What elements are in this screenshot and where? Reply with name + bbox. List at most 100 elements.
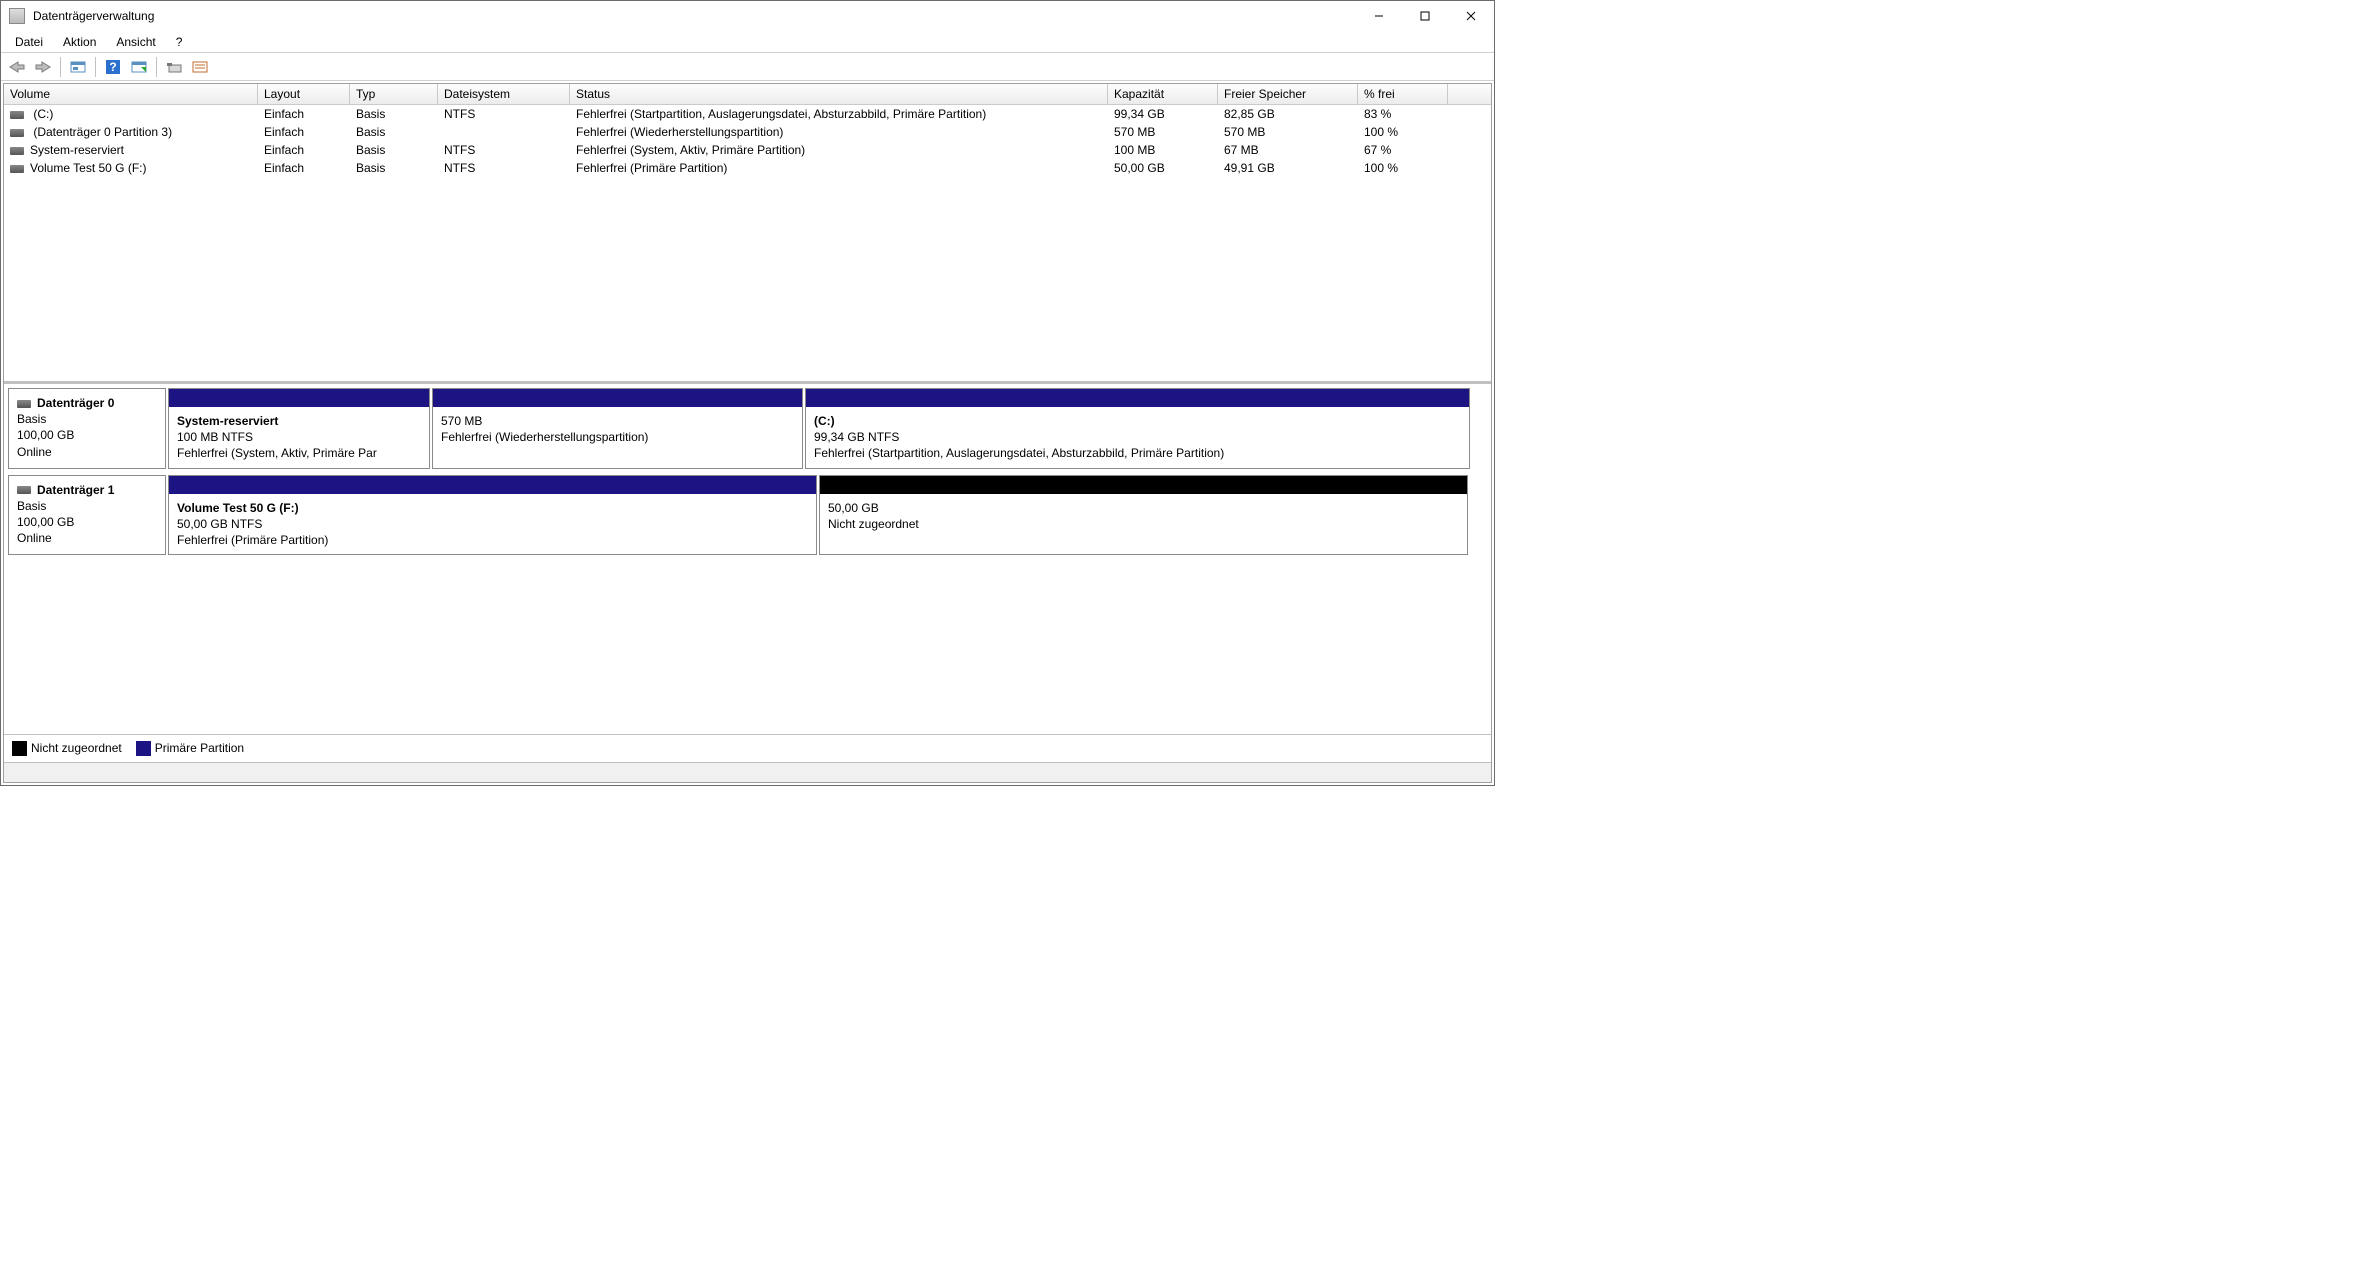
partition-color-bar xyxy=(433,389,802,407)
partition-body: 570 MBFehlerfrei (Wiederherstellungspart… xyxy=(433,407,802,468)
volume-layout: Einfach xyxy=(258,143,350,157)
inner-panel: Volume Layout Typ Dateisystem Status Kap… xyxy=(3,83,1492,783)
help-icon: ? xyxy=(105,59,121,75)
minimize-icon xyxy=(1374,11,1384,21)
back-button[interactable] xyxy=(5,56,29,78)
disk-size: 100,00 GB xyxy=(17,428,74,442)
toolbar: ? xyxy=(1,53,1494,81)
menu-help[interactable]: ? xyxy=(168,33,191,51)
titlebar: Datenträgerverwaltung xyxy=(1,1,1494,31)
window-buttons xyxy=(1356,1,1494,31)
disk-management-window: Datenträgerverwaltung Datei Aktion Ansic… xyxy=(0,0,1495,786)
col-status[interactable]: Status xyxy=(570,84,1108,104)
volume-capacity: 100 MB xyxy=(1108,143,1218,157)
show-hide-tree-button[interactable] xyxy=(66,56,90,78)
disk-icon xyxy=(10,111,24,119)
toolbar-separator xyxy=(95,57,96,77)
maximize-button[interactable] xyxy=(1402,1,1448,31)
volume-capacity: 570 MB xyxy=(1108,125,1218,139)
partition-status: Fehlerfrei (System, Aktiv, Primäre Par xyxy=(177,446,377,460)
partition-primary[interactable]: System-reserviert 100 MB NTFS Fehlerfrei (… xyxy=(168,388,430,469)
partition-status: Fehlerfrei (Wiederherstellungspartition) xyxy=(441,430,648,444)
volume-type: Basis xyxy=(350,107,438,121)
minimize-button[interactable] xyxy=(1356,1,1402,31)
disk-partitions: System-reserviert 100 MB NTFS Fehlerfrei (… xyxy=(168,388,1487,469)
volume-list-pane: Volume Layout Typ Dateisystem Status Kap… xyxy=(4,84,1491,384)
volume-row[interactable]: (C:)EinfachBasisNTFSFehlerfrei (Startpar… xyxy=(4,105,1491,123)
partition-primary[interactable]: (C:)99,34 GB NTFSFehlerfrei (Startpartit… xyxy=(805,388,1470,469)
disk-name: Datenträger 1 xyxy=(37,483,114,497)
menubar: Datei Aktion Ansicht ? xyxy=(1,31,1494,53)
forward-button[interactable] xyxy=(31,56,55,78)
col-free[interactable]: Freier Speicher xyxy=(1218,84,1358,104)
col-fs[interactable]: Dateisystem xyxy=(438,84,570,104)
col-type[interactable]: Typ xyxy=(350,84,438,104)
volume-type: Basis xyxy=(350,125,438,139)
volume-row[interactable]: System-reserviertEinfachBasisNTFSFehlerf… xyxy=(4,141,1491,159)
disk-icon xyxy=(10,165,24,173)
settings-button[interactable] xyxy=(188,56,212,78)
disk-type: Basis xyxy=(17,412,46,426)
col-pctfree[interactable]: % frei xyxy=(1358,84,1448,104)
statusbar xyxy=(4,762,1491,782)
volume-pctfree: 100 % xyxy=(1358,125,1448,139)
volume-row[interactable]: Volume Test 50 G (F:)EinfachBasisNTFSFeh… xyxy=(4,159,1491,177)
forward-icon xyxy=(35,60,51,74)
svg-text:?: ? xyxy=(109,60,116,74)
toolbar-separator xyxy=(156,57,157,77)
partition-body: (C:)99,34 GB NTFSFehlerfrei (Startpartit… xyxy=(806,407,1469,468)
disk-type: Basis xyxy=(17,499,46,513)
volume-layout: Einfach xyxy=(258,161,350,175)
menu-view[interactable]: Ansicht xyxy=(108,33,163,51)
menu-action[interactable]: Aktion xyxy=(55,33,104,51)
volume-pctfree: 100 % xyxy=(1358,161,1448,175)
list-settings-icon xyxy=(192,60,208,74)
close-button[interactable] xyxy=(1448,1,1494,31)
content: Volume Layout Typ Dateisystem Status Kap… xyxy=(1,81,1494,785)
legend-primary-swatch xyxy=(136,741,151,756)
disk-block: Datenträger 0Basis100,00 GBOnlineSystem-… xyxy=(8,388,1487,469)
col-layout[interactable]: Layout xyxy=(258,84,350,104)
volume-name: (C:) xyxy=(4,107,258,121)
partition-color-bar xyxy=(820,476,1467,494)
volume-status: Fehlerfrei (Startpartition, Auslagerungs… xyxy=(570,107,1108,121)
partition-title: System-reserviert xyxy=(177,414,278,428)
refresh-button[interactable] xyxy=(127,56,151,78)
disk-label[interactable]: Datenträger 1Basis100,00 GBOnline xyxy=(8,475,166,556)
disk-icon xyxy=(17,400,31,408)
partition-unallocated[interactable]: 50,00 GBNicht zugeordnet xyxy=(819,475,1468,556)
volume-free: 82,85 GB xyxy=(1218,107,1358,121)
partition-size: 50,00 GB xyxy=(828,501,879,515)
volume-layout: Einfach xyxy=(258,107,350,121)
volume-name: Volume Test 50 G (F:) xyxy=(4,161,258,175)
partition-color-bar xyxy=(169,476,816,494)
menu-file[interactable]: Datei xyxy=(7,33,51,51)
partition-color-bar xyxy=(806,389,1469,407)
volume-body: (C:)EinfachBasisNTFSFehlerfrei (Startpar… xyxy=(4,105,1491,381)
disk-icon xyxy=(10,129,24,137)
disk-state: Online xyxy=(17,531,52,545)
col-volume[interactable]: Volume xyxy=(4,84,258,104)
disk-label[interactable]: Datenträger 0Basis100,00 GBOnline xyxy=(8,388,166,469)
volume-row[interactable]: (Datenträger 0 Partition 3)EinfachBasisF… xyxy=(4,123,1491,141)
partition-primary[interactable]: 570 MBFehlerfrei (Wiederherstellungspart… xyxy=(432,388,803,469)
help-button[interactable]: ? xyxy=(101,56,125,78)
volume-capacity: 50,00 GB xyxy=(1108,161,1218,175)
disk-icon xyxy=(17,486,31,494)
close-icon xyxy=(1466,11,1476,21)
window-icon xyxy=(131,60,147,74)
col-capacity[interactable]: Kapazität xyxy=(1108,84,1218,104)
legend-unallocated-label: Nicht zugeordnet xyxy=(31,741,122,755)
properties-button[interactable] xyxy=(162,56,186,78)
volume-pctfree: 67 % xyxy=(1358,143,1448,157)
window-title: Datenträgerverwaltung xyxy=(33,9,1356,23)
volume-pctfree: 83 % xyxy=(1358,107,1448,121)
back-icon xyxy=(9,60,25,74)
partition-primary[interactable]: Volume Test 50 G (F:)50,00 GB NTFSFehler… xyxy=(168,475,817,556)
partition-title: (C:) xyxy=(814,414,835,428)
partition-color-bar xyxy=(169,389,429,407)
partition-status: Fehlerfrei (Primäre Partition) xyxy=(177,533,328,547)
partition-size: 100 MB NTFS xyxy=(177,430,253,444)
disk-icon xyxy=(10,147,24,155)
partition-title: Volume Test 50 G (F:) xyxy=(177,501,299,515)
